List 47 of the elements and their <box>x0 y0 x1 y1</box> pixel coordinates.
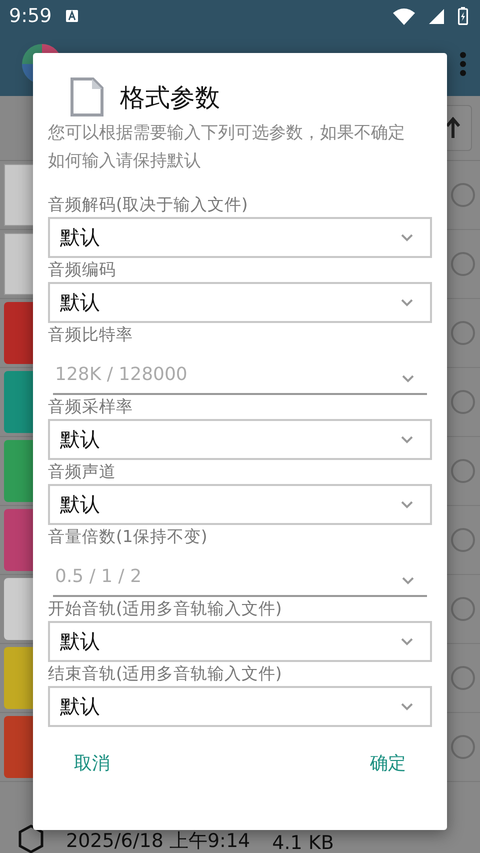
dropdown-field[interactable]: 默认 <box>48 686 432 727</box>
chevron-icon <box>401 576 415 585</box>
more-icon[interactable] <box>460 52 466 76</box>
clock: 9:59 <box>9 5 52 27</box>
field-label: 音频编码 <box>48 259 117 281</box>
confirm-button[interactable]: 确定 <box>370 745 406 781</box>
dropdown-field[interactable]: 默认 <box>48 484 432 525</box>
chevron-icon <box>400 637 414 646</box>
dropdown-field[interactable]: 默认 <box>48 217 432 258</box>
radio-button[interactable] <box>451 252 475 276</box>
radio-button[interactable] <box>451 666 475 690</box>
keyboard-icon <box>66 10 78 22</box>
file-date: 2025/6/18 上午9:14 <box>66 829 250 853</box>
field-label: 音频采样率 <box>48 396 134 418</box>
wifi-icon <box>393 8 415 24</box>
radio-button[interactable] <box>451 321 475 345</box>
chevron-icon <box>400 702 414 711</box>
dropdown-field[interactable]: 默认 <box>48 282 432 323</box>
document-icon <box>70 77 104 117</box>
radio-button[interactable] <box>451 735 475 759</box>
dialog-title: 格式参数 <box>120 82 220 114</box>
chevron-icon <box>400 435 414 444</box>
input-field[interactable]: 0.5 / 1 / 2 <box>53 561 427 597</box>
field-label: 音频比特率 <box>48 324 134 346</box>
radio-button[interactable] <box>451 183 475 207</box>
signal-icon <box>429 8 444 24</box>
up-arrow-icon <box>446 117 460 139</box>
field-label: 开始音轨(适用多音轨输入文件) <box>48 598 283 620</box>
radio-button[interactable] <box>451 528 475 552</box>
dropdown-field[interactable]: 默认 <box>48 419 432 460</box>
dialog-description: 您可以根据需要输入下列可选参数，如果不确定如何输入请保持默认 <box>48 122 406 173</box>
dropdown-field[interactable]: 默认 <box>48 621 432 662</box>
radio-button[interactable] <box>451 390 475 414</box>
battery-icon <box>458 7 468 25</box>
chevron-icon <box>400 500 414 509</box>
field-label: 音量倍数(1保持不变) <box>48 526 208 548</box>
chevron-icon <box>400 298 414 307</box>
file-size: 4.1 KB <box>272 832 334 853</box>
cancel-button[interactable]: 取消 <box>74 745 110 781</box>
field-label: 音频解码(取决于输入文件) <box>48 194 249 216</box>
radio-button[interactable] <box>451 459 475 483</box>
input-field[interactable]: 128K / 128000 <box>53 359 427 395</box>
field-label: 音频声道 <box>48 461 117 483</box>
radio-button[interactable] <box>451 597 475 621</box>
chevron-icon <box>400 233 414 242</box>
chevron-icon <box>401 374 415 383</box>
field-label: 结束音轨(适用多音轨输入文件) <box>48 663 283 685</box>
